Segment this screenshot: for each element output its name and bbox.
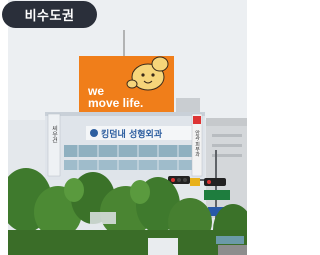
side-vertical-sign: 안과·피부과 [194, 129, 200, 158]
vertical-sign-text: 씨우건 [51, 125, 58, 143]
road-sign [204, 190, 230, 200]
street-photo: we move life. 씨우건 킹덤내 성형외과 안과·피부과 [8, 0, 247, 255]
location-tag-label: 비수도권 [24, 9, 75, 24]
building-main-sign: 킹덤내 성형외과 [101, 128, 163, 140]
billboard: we move life. [79, 56, 174, 113]
location-tag-chip: 비수도권 [2, 1, 97, 28]
billboard-text-line2: move life. [88, 96, 143, 110]
background-building [206, 118, 247, 218]
main-building: 씨우건 킹덤내 성형외과 안과·피부과 [45, 112, 205, 180]
screenshot-frame: we move life. 씨우건 킹덤내 성형외과 안과·피부과 비수도권 [0, 0, 247, 255]
